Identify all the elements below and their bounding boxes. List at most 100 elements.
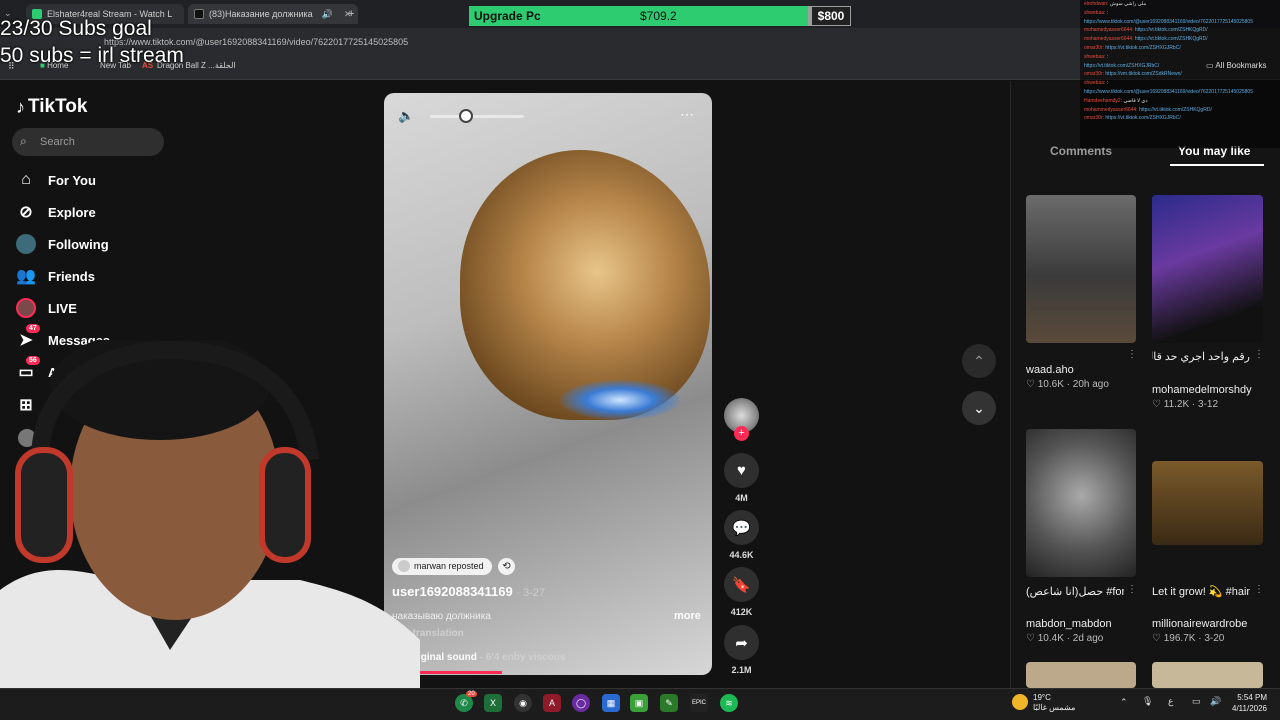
chat-username: mohammedyasser6644: <box>1084 106 1140 113</box>
chat-username: omar30r: <box>1084 71 1106 78</box>
recommendation-thumbnail[interactable] <box>1152 461 1263 545</box>
search-input[interactable] <box>12 128 164 156</box>
more-options-icon[interactable]: ⋮ <box>1254 584 1264 595</box>
recommendation-title[interactable]: رقم واحد اجري حد قال 🔥 هجري... <box>1152 350 1250 363</box>
weather-icon[interactable] <box>1012 694 1028 710</box>
video-flame-image <box>560 380 680 420</box>
chat-message: omar30r: https://vt.tiktok.com/ZSHXGJRbC… <box>1080 114 1280 123</box>
chat-username: shwebaa: <box>1084 9 1107 16</box>
chat-message: omar30r: https://vt.tiktok.com/ZSHXGJRbC… <box>1080 44 1280 53</box>
recommendation-author[interactable]: mohamedelmorshdy <box>1152 384 1263 396</box>
volume-icon[interactable]: 🔊 <box>1210 696 1221 707</box>
recommendation-author[interactable]: millionairewardrobe <box>1152 618 1263 630</box>
weather-widget[interactable]: 19°C مشمس غالبًا <box>1033 693 1075 713</box>
more-options-icon[interactable]: ⋮ <box>1254 349 1264 360</box>
recommendation-thumbnail[interactable] <box>1152 195 1263 343</box>
chat-text: https://vt.tiktok.com/ZSHXGJRbC/ <box>1084 62 1160 69</box>
volume-slider[interactable] <box>430 115 524 118</box>
subs-goal-text: 23/30 Subs goal <box>0 17 152 40</box>
chat-text: https://vt.tiktok.com/ZSHKQgRD/ <box>1134 36 1208 43</box>
chat-text: : <box>1106 80 1109 87</box>
more-button[interactable]: more <box>674 610 701 622</box>
friends-icon: 👥 <box>16 268 36 285</box>
nav-friends[interactable]: 👥 Friends <box>16 264 95 288</box>
explorer-icon[interactable]: ▦ <box>602 694 620 712</box>
system-clock[interactable]: 5:54 PM 4/11/2026 <box>1232 692 1267 714</box>
chat-message: Hamdeehamdy2: دي لا قاضي <box>1080 97 1280 106</box>
chat-message: mohammedyasser6644: https://vt.tiktok.co… <box>1080 106 1280 115</box>
more-options-icon[interactable]: ⋮ <box>1127 349 1137 360</box>
share-button[interactable]: ➦ <box>724 625 759 660</box>
video-progress-bar[interactable] <box>412 671 502 674</box>
chevron-up-icon: ⌃ <box>973 352 985 369</box>
recommendation-author[interactable]: mabdon_mabdon <box>1026 618 1136 630</box>
chat-message: mohamedyasser6644: https://vt.tiktok.com… <box>1080 35 1280 44</box>
recommendation-author[interactable]: waad.aho <box>1026 364 1136 376</box>
spotify-icon[interactable]: ≋ <box>720 694 738 712</box>
new-tab-plus-icon[interactable]: + <box>348 8 354 20</box>
recommendation-thumbnail[interactable] <box>1026 195 1136 343</box>
tiktok-logo[interactable]: ♪ TikTok <box>16 96 87 118</box>
recommendation-meta: ♡ 10.6K · 20h ago <box>1026 379 1109 390</box>
excel-icon[interactable]: X <box>484 694 502 712</box>
bookmark-icon: 🔖 <box>732 576 751 594</box>
app-icon[interactable]: A <box>543 694 561 712</box>
all-bookmarks-button[interactable]: ▭ All Bookmarks <box>1206 61 1266 70</box>
active-tab-indicator <box>1170 164 1264 166</box>
nav-live[interactable]: LIVE <box>16 296 77 320</box>
recommendation-title[interactable]: Let it grow! 💫 #hair #blonde... <box>1152 585 1250 598</box>
next-video-button[interactable]: ⌄ <box>962 391 996 425</box>
minecraft-icon[interactable]: ▣ <box>630 694 648 712</box>
recommendation-thumbnail[interactable] <box>1026 662 1136 688</box>
chat-username: omar30r: <box>1084 44 1106 51</box>
bookmark-count: 412K <box>730 607 753 617</box>
chat-username: mohamedyasser6644: <box>1084 36 1135 43</box>
recommendation-thumbnail[interactable] <box>1152 662 1263 688</box>
recommendation-meta: ♡ 11.2K · 3-12 <box>1152 399 1219 410</box>
close-icon[interactable]: ✕ <box>183 9 184 20</box>
volume-icon[interactable]: 🔈 <box>398 108 414 124</box>
chat-text: : <box>1106 9 1109 16</box>
chevron-up-icon[interactable]: ⌃ <box>1120 697 1128 708</box>
messages-badge: 47 <box>26 324 40 333</box>
whatsapp-badge: 20 <box>466 691 477 697</box>
compass-icon: ⊘ <box>19 204 33 221</box>
comment-button[interactable]: 💬 <box>724 510 759 545</box>
nav-for-you[interactable]: ⌂ For You <box>16 168 96 192</box>
chevron-down-icon: ⌄ <box>973 399 985 416</box>
chat-message: omar30r: https://vm.tiktok.com/ZSdkRNewn… <box>1080 70 1280 79</box>
app-icon[interactable]: ◯ <box>572 694 590 712</box>
follow-plus-icon[interactable]: + <box>734 426 749 441</box>
epic-games-icon[interactable]: EPIC <box>690 694 708 712</box>
recommendation-thumbnail[interactable] <box>1026 429 1136 577</box>
nav-explore[interactable]: ⊘ Explore <box>16 200 95 224</box>
chat-text: https://vt.tiktok.com/ZSHKQgRD/ <box>1139 106 1212 113</box>
nav-following[interactable]: Following <box>16 232 109 256</box>
more-options-icon[interactable]: ⋮ <box>1127 584 1137 595</box>
tab-tiktok[interactable]: (83)Наказание должника 🔊 ✕ <box>188 4 358 24</box>
recommendation-title[interactable]: حصل(انا شاعص) #foryou #mems... <box>1026 585 1124 598</box>
sound-link[interactable]: original sound - 6'4 enby viscous <box>408 652 565 663</box>
chat-text: https://vt.tiktok.com/ZSHKQgRD/ <box>1134 27 1208 34</box>
previous-video-button[interactable]: ⌃ <box>962 344 996 378</box>
recommendation-meta: ♡ 10.4K · 2d ago <box>1026 633 1104 644</box>
speaker-icon[interactable]: 🔊 <box>322 9 333 20</box>
language-indicator[interactable]: ع <box>1168 696 1173 707</box>
home-icon: ⌂ <box>21 171 31 188</box>
tiktok-favicon-icon <box>194 9 204 19</box>
chat-username: Hamdeehamdy2: <box>1084 97 1124 104</box>
obs-icon[interactable]: ◉ <box>514 694 532 712</box>
network-icon[interactable]: ▭ <box>1192 696 1201 707</box>
chat-username: elrohdwan: <box>1084 1 1110 7</box>
more-options-icon[interactable]: ⋯ <box>680 106 694 123</box>
volume-slider-handle[interactable] <box>459 109 473 123</box>
chat-message: shwebaa: : <box>1080 79 1280 88</box>
chat-message: elrohdwan: ملي راشي سوش <box>1080 0 1280 9</box>
bookmark-button[interactable]: 🔖 <box>724 567 759 602</box>
chat-username: shwebaa: <box>1084 53 1107 60</box>
headphone-right-icon <box>259 447 311 563</box>
repost-icon[interactable]: ⟲ <box>498 558 515 575</box>
notepad-icon[interactable]: ✎ <box>660 694 678 712</box>
like-button[interactable]: ♥ <box>724 453 759 488</box>
microphone-icon[interactable]: 🎙 <box>1142 696 1153 707</box>
